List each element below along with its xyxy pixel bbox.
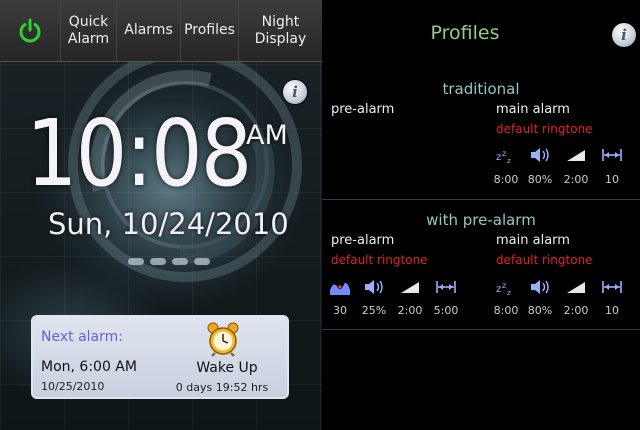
interval-value: 5:00: [433, 304, 459, 317]
next-alarm-card[interactable]: Next alarm: Mon, 6:00 AM 10/25/2010 Wake…: [31, 315, 289, 399]
next-alarm-name: Wake Up: [196, 360, 258, 376]
power-button[interactable]: [0, 0, 60, 62]
tab-alarms[interactable]: Alarms: [116, 0, 180, 62]
clock-date: Sun, 10/24/2010: [48, 207, 289, 241]
sleep-cycle-icon: [329, 278, 351, 296]
info-icon[interactable]: i: [612, 23, 636, 47]
alarm-clock-icon: [207, 322, 239, 357]
tab-night-display[interactable]: Night Display: [238, 0, 322, 62]
interval-icon: [601, 278, 623, 296]
info-icon[interactable]: i: [283, 80, 307, 104]
profile-name: traditional: [442, 80, 520, 98]
pre-alarm-label: pre-alarm: [331, 102, 395, 117]
volume-ramp-icon: [399, 278, 421, 296]
page-dot: [128, 258, 144, 265]
svg-text:z: z: [507, 289, 511, 296]
ramp-value: 2:00: [397, 304, 423, 317]
volume-icon: [529, 146, 551, 164]
svg-text:z: z: [502, 149, 506, 158]
volume-ramp-icon: [565, 278, 587, 296]
snooze-value: 8:00: [493, 304, 519, 317]
tab-profiles[interactable]: Profiles: [180, 0, 238, 62]
divider: [322, 329, 640, 330]
svg-text:z: z: [496, 152, 501, 163]
volume-ramp-icon: [565, 146, 587, 164]
divider: [322, 199, 640, 200]
next-alarm-label: Next alarm:: [41, 329, 123, 345]
sleep-cycle-value: 30: [333, 304, 347, 317]
profiles-panel: Profiles i traditional pre-alarm main al…: [322, 0, 640, 430]
main-alarm-label: main alarm: [496, 233, 570, 248]
volume-value: 80%: [527, 173, 553, 186]
alarm-clock-panel: Quick Alarm Alarms Profiles Night Displa…: [0, 0, 322, 430]
tab-quick-alarm[interactable]: Quick Alarm: [60, 0, 116, 62]
volume-value: 25%: [361, 304, 387, 317]
page-dot: [194, 258, 210, 265]
next-alarm-date: 10/25/2010: [41, 380, 105, 393]
profile-name: with pre-alarm: [426, 211, 536, 229]
interval-icon: [435, 278, 457, 296]
page-dot: [172, 258, 188, 265]
clock-ampm: AM: [246, 120, 288, 151]
top-tab-bar: Quick Alarm Alarms Profiles Night Displa…: [0, 0, 322, 62]
interval-value: 10: [605, 304, 619, 317]
volume-icon: [363, 278, 385, 296]
main-alarm-ringtone: default ringtone: [496, 253, 593, 267]
svg-text:z: z: [507, 157, 511, 164]
next-alarm-remaining: 0 days 19:52 hrs: [175, 381, 269, 394]
snooze-value: 8:00: [493, 173, 519, 186]
main-alarm-label: main alarm: [496, 102, 570, 117]
svg-text:z: z: [502, 281, 506, 290]
power-icon: [19, 18, 41, 42]
ramp-value: 2:00: [563, 304, 589, 317]
pre-alarm-label: pre-alarm: [331, 233, 395, 248]
page-title: Profiles: [430, 22, 500, 44]
svg-text:z: z: [496, 284, 501, 295]
volume-icon: [529, 278, 551, 296]
ramp-value: 2:00: [563, 173, 589, 186]
clock-time: 10:08: [26, 100, 252, 207]
pre-alarm-ringtone: default ringtone: [331, 253, 428, 267]
snooze-icon: zzz: [495, 146, 517, 164]
next-alarm-time: Mon, 6:00 AM: [41, 359, 137, 375]
volume-value: 80%: [527, 304, 553, 317]
interval-icon: [601, 146, 623, 164]
snooze-icon: zzz: [495, 278, 517, 296]
page-indicator: [128, 258, 210, 265]
interval-value: 10: [605, 173, 619, 186]
main-alarm-ringtone: default ringtone: [496, 122, 593, 136]
page-dot: [150, 258, 166, 265]
